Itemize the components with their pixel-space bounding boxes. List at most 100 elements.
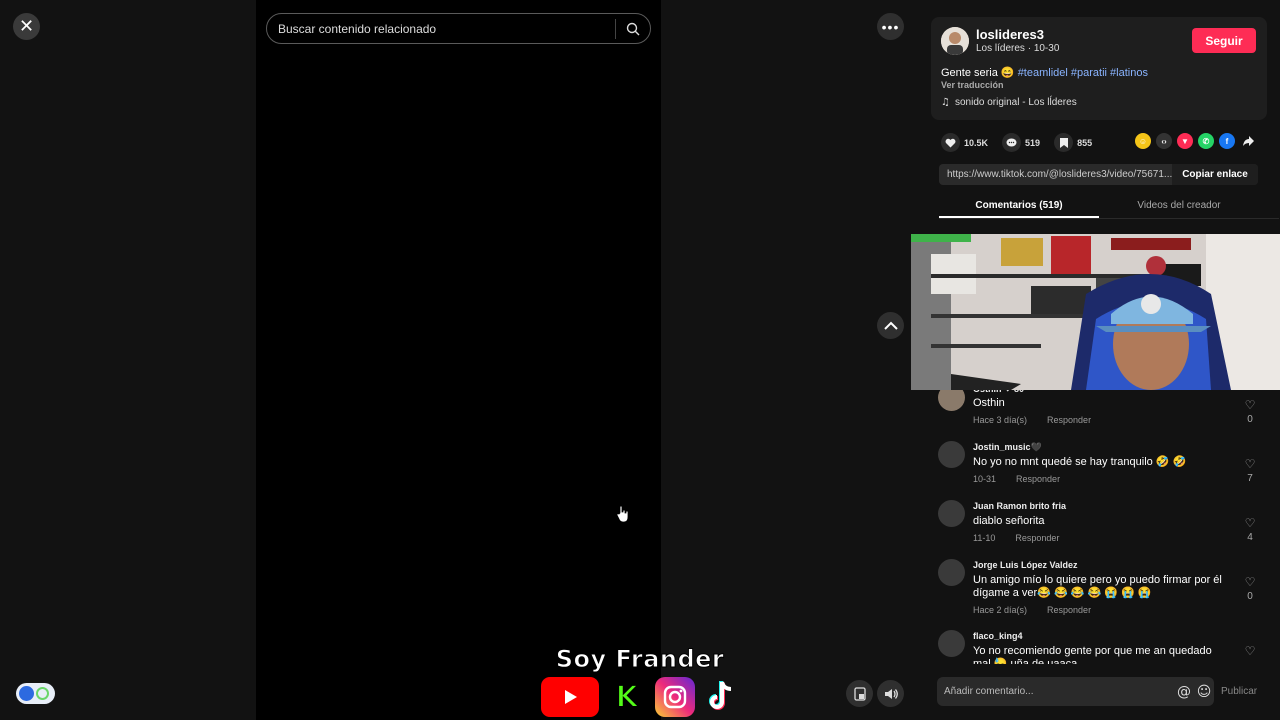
share-arrow-icon[interactable] — [1240, 133, 1256, 149]
video-player[interactable] — [256, 0, 661, 720]
embed-icon[interactable]: ‹› — [1156, 133, 1172, 149]
save-button[interactable]: 855 — [1054, 133, 1092, 152]
share-link-url[interactable]: https://www.tiktok.com/@loslideres3/vide… — [939, 169, 1172, 180]
avatar[interactable] — [938, 630, 965, 657]
comment-text: Yo no recomiendo gente por que me an que… — [973, 645, 1212, 664]
emoji-button[interactable]: ☺ — [1194, 682, 1214, 702]
volume-button[interactable] — [877, 680, 904, 707]
author-subline: Los líderes · 10-30 — [976, 43, 1060, 54]
save-count: 855 — [1077, 137, 1093, 148]
search-icon — [626, 22, 640, 35]
ellipsis-icon: ••• — [881, 18, 900, 35]
author-card: loslideres3 Los líderes · 10-30 Seguir G… — [931, 17, 1267, 120]
tab-comments[interactable]: Comentarios (519) — [939, 194, 1099, 218]
bookmark-icon — [1054, 133, 1074, 152]
search-button[interactable] — [616, 13, 650, 44]
post-date: 10-30 — [1033, 43, 1060, 54]
tab-creator-videos[interactable]: Videos del creador — [1099, 194, 1259, 218]
comment-meta: 11-10 Responder — [973, 533, 1059, 543]
share-options: ☺ ‹› ▼ ✆ f — [1135, 133, 1256, 149]
power-icon — [36, 687, 49, 700]
video-stage: ✕ ••• Soy Frander K — [0, 0, 918, 720]
extension-toggle[interactable] — [16, 683, 55, 704]
comment-meta: Hace 3 día(s) Responder — [973, 415, 1091, 425]
follow-button[interactable]: Seguir — [1192, 28, 1256, 53]
heart-icon — [941, 133, 960, 152]
avatar[interactable] — [938, 500, 965, 527]
chevron-up-icon — [883, 321, 898, 330]
volume-icon — [884, 688, 898, 699]
like-button[interactable]: 10.5K — [941, 133, 988, 152]
close-button[interactable]: ✕ — [13, 13, 40, 40]
floating-player-button[interactable] — [846, 680, 873, 707]
whatsapp-icon[interactable]: ✆ — [1198, 133, 1214, 149]
send-icon[interactable]: ▼ — [1177, 133, 1193, 149]
avatar[interactable] — [941, 27, 969, 55]
brand-social-icons: K — [541, 677, 741, 717]
music-note-icon: ♫ — [941, 97, 950, 108]
share-link-bar: https://www.tiktok.com/@loslideres3/vide… — [939, 164, 1258, 185]
instagram-icon — [655, 677, 695, 717]
mention-button[interactable]: @ — [1174, 682, 1194, 702]
comment-like-count: 4 — [1247, 532, 1253, 543]
comment-text: Osthin — [973, 397, 1005, 409]
comment-button[interactable]: 519 — [1002, 133, 1040, 152]
comment-icon — [1002, 133, 1022, 152]
music-title: sonido original - Los lĺderes — [954, 97, 1077, 108]
facebook-icon[interactable]: f — [1219, 133, 1235, 149]
comment-like-button[interactable]: ♡ 4 — [1240, 516, 1260, 543]
hashtag-link[interactable]: #paratii — [1071, 67, 1107, 79]
comment-text: Un amigo mío lo quiere pero yo puedo fir… — [973, 574, 1222, 599]
details-panel: loslideres3 Los líderes · 10-30 Seguir G… — [911, 0, 1280, 720]
tiktok-icon — [701, 677, 741, 717]
floating-player-icon — [853, 686, 866, 701]
reply-button[interactable]: Responder — [1016, 474, 1060, 484]
comment-text: diablo señorita — [973, 515, 1045, 527]
post-comment-button[interactable]: Publicar — [1221, 686, 1257, 697]
more-options-button[interactable]: ••• — [877, 13, 904, 40]
panel-tabs: Comentarios (519) Videos del creador — [939, 194, 1279, 219]
comment-username[interactable]: Jorge Luis López Valdez — [973, 560, 1078, 570]
search-input[interactable] — [267, 21, 615, 36]
webcam-image — [911, 234, 1280, 390]
hashtag-link[interactable]: #latinos — [1110, 67, 1148, 79]
comment-like-count: 0 — [1247, 591, 1253, 602]
comment-like-count: 0 — [1247, 414, 1253, 425]
comment-count: 519 — [1025, 137, 1041, 148]
comment-like-button[interactable]: ♡ 0 — [1240, 575, 1260, 602]
avatar[interactable] — [938, 559, 965, 586]
comment-input[interactable] — [937, 686, 1174, 697]
like-count: 10.5K — [964, 137, 989, 148]
search-bar — [266, 13, 651, 44]
comment-username[interactable]: Jostin_music🖤 — [973, 442, 1042, 453]
post-caption: Gente seria 😄 #teamlidel #paratii #latin… — [941, 66, 1148, 79]
hashtag-link[interactable]: #teamlidel — [1018, 67, 1068, 79]
brand-overlay-title: Soy Frander — [555, 645, 725, 674]
comment-like-button[interactable]: ♡ 7 — [1240, 457, 1260, 484]
author-display-name: Los líderes — [976, 43, 1025, 54]
previous-video-button[interactable] — [877, 312, 904, 339]
copy-link-button[interactable]: Copiar enlace — [1172, 164, 1258, 185]
comment-like-button[interactable]: ♡ — [1240, 644, 1260, 658]
reply-button[interactable]: Responder — [1047, 415, 1091, 425]
heart-outline-icon: ♡ — [1244, 644, 1256, 658]
music-link[interactable]: ♫ sonido original - Los lĺderes — [941, 97, 1077, 108]
comment-username[interactable]: Juan Ramon brito fria — [973, 501, 1066, 511]
caption-text: Gente seria 😄 — [941, 67, 1015, 79]
close-icon: ✕ — [18, 16, 35, 37]
heart-outline-icon: ♡ — [1244, 457, 1256, 471]
comment-time: Hace 3 día(s) — [973, 415, 1028, 425]
author-username[interactable]: loslideres3 — [976, 27, 1044, 42]
heart-outline-icon: ♡ — [1244, 516, 1256, 530]
repost-icon[interactable]: ☺ — [1135, 133, 1151, 149]
avatar[interactable] — [938, 441, 965, 468]
reply-button[interactable]: Responder — [1047, 605, 1091, 615]
translate-link[interactable]: Ver traducción — [941, 80, 1004, 90]
comment-username[interactable]: flaco_king4 — [973, 631, 1023, 641]
comment-time: Hace 2 día(s) — [973, 605, 1028, 615]
comment-time: 10-31 — [973, 474, 997, 484]
comment-like-button[interactable]: ♡ 0 — [1240, 398, 1260, 425]
mouse-cursor-icon — [617, 505, 629, 523]
reply-button[interactable]: Responder — [1015, 533, 1059, 543]
webcam-overlay — [911, 234, 1280, 390]
